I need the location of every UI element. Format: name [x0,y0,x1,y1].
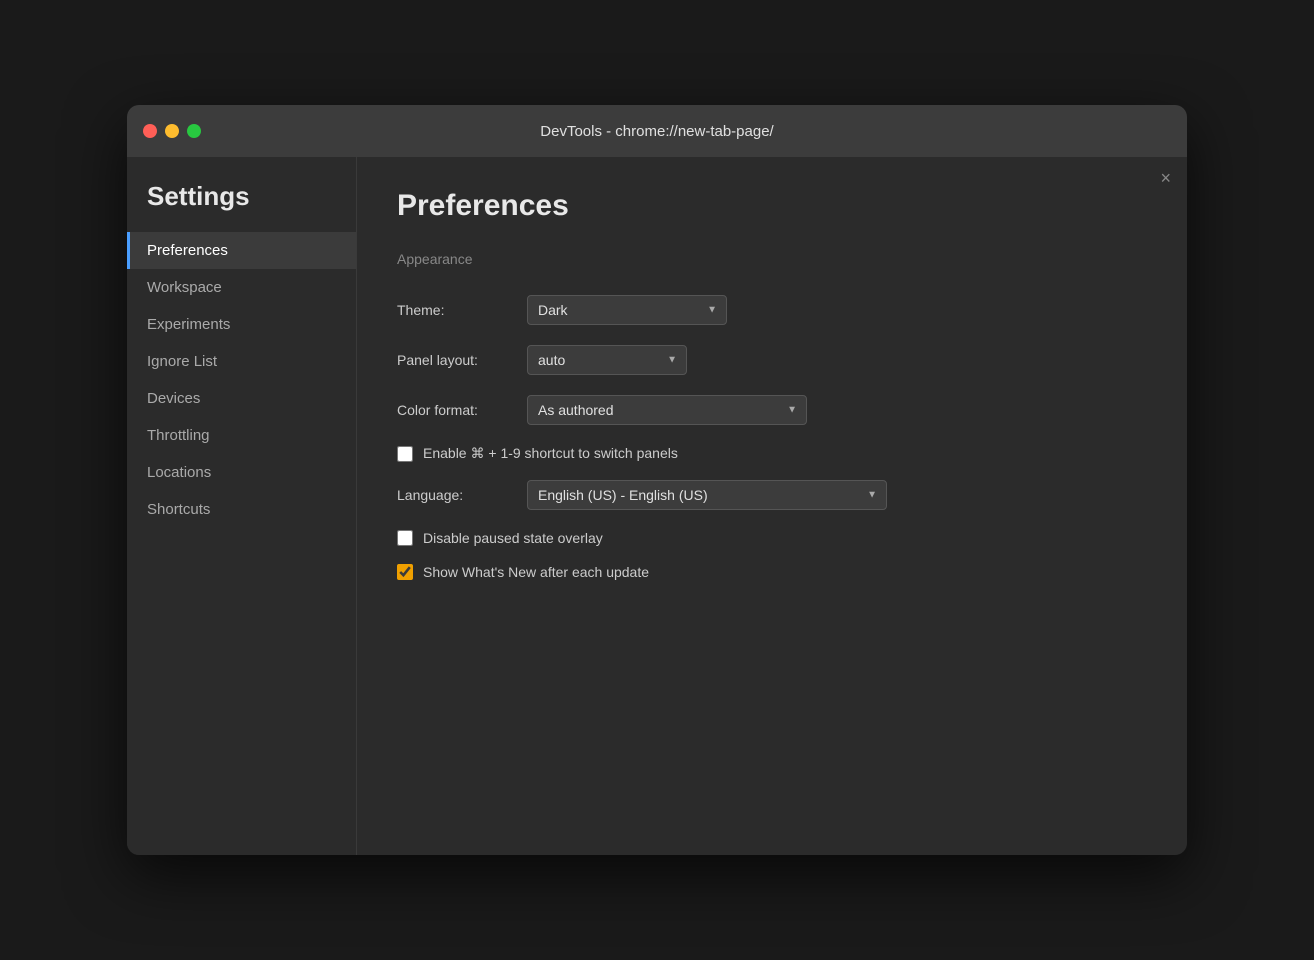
sidebar-item-experiments[interactable]: Experiments [127,306,356,343]
panel-layout-label: Panel layout: [397,352,527,368]
close-icon[interactable]: × [1160,169,1171,187]
shortcut-checkbox-label[interactable]: Enable ⌘ + 1-9 shortcut to switch panels [423,445,678,462]
color-format-select[interactable]: As authored HEX RGB HSL [527,395,807,425]
theme-label: Theme: [397,302,527,318]
appearance-section-title: Appearance [397,251,1147,275]
maximize-button[interactable] [187,124,201,138]
disable-paused-label[interactable]: Disable paused state overlay [423,530,603,546]
show-whats-new-checkbox[interactable] [397,564,413,580]
show-whats-new-row: Show What's New after each update [397,564,1147,580]
language-select[interactable]: English (US) - English (US) Deutsch Fran… [527,480,887,510]
window-title: DevTools - chrome://new-tab-page/ [540,123,773,140]
close-button[interactable] [143,124,157,138]
sidebar-item-throttling[interactable]: Throttling [127,417,356,454]
language-row: Language: English (US) - English (US) De… [397,480,1147,510]
disable-paused-row: Disable paused state overlay [397,530,1147,546]
devtools-window: DevTools - chrome://new-tab-page/ Settin… [127,105,1187,855]
sidebar-item-preferences[interactable]: Preferences [127,232,356,269]
panel-layout-select-wrapper: auto horizontal vertical [527,345,687,375]
sidebar-item-locations[interactable]: Locations [127,454,356,491]
language-select-wrapper: English (US) - English (US) Deutsch Fran… [527,480,887,510]
sidebar-heading: Settings [127,181,356,232]
color-format-row: Color format: As authored HEX RGB HSL [397,395,1147,425]
panel-layout-select[interactable]: auto horizontal vertical [527,345,687,375]
panel-layout-row: Panel layout: auto horizontal vertical [397,345,1147,375]
sidebar-item-devices[interactable]: Devices [127,380,356,417]
theme-select-wrapper: Dark System preference Light [527,295,727,325]
sidebar-item-shortcuts[interactable]: Shortcuts [127,491,356,528]
sidebar-item-ignore-list[interactable]: Ignore List [127,343,356,380]
page-title: Preferences [397,189,1147,223]
content-area: Settings Preferences Workspace Experimen… [127,157,1187,855]
theme-row: Theme: Dark System preference Light [397,295,1147,325]
theme-select[interactable]: Dark System preference Light [527,295,727,325]
shortcut-checkbox-row: Enable ⌘ + 1-9 shortcut to switch panels [397,445,1147,462]
traffic-lights [143,124,201,138]
main-panel: × Preferences Appearance Theme: Dark Sys… [357,157,1187,855]
show-whats-new-label[interactable]: Show What's New after each update [423,564,649,580]
language-label: Language: [397,487,527,503]
sidebar-item-workspace[interactable]: Workspace [127,269,356,306]
minimize-button[interactable] [165,124,179,138]
shortcut-checkbox[interactable] [397,446,413,462]
titlebar: DevTools - chrome://new-tab-page/ [127,105,1187,157]
disable-paused-checkbox[interactable] [397,530,413,546]
color-format-label: Color format: [397,402,527,418]
sidebar: Settings Preferences Workspace Experimen… [127,157,357,855]
color-format-select-wrapper: As authored HEX RGB HSL [527,395,807,425]
